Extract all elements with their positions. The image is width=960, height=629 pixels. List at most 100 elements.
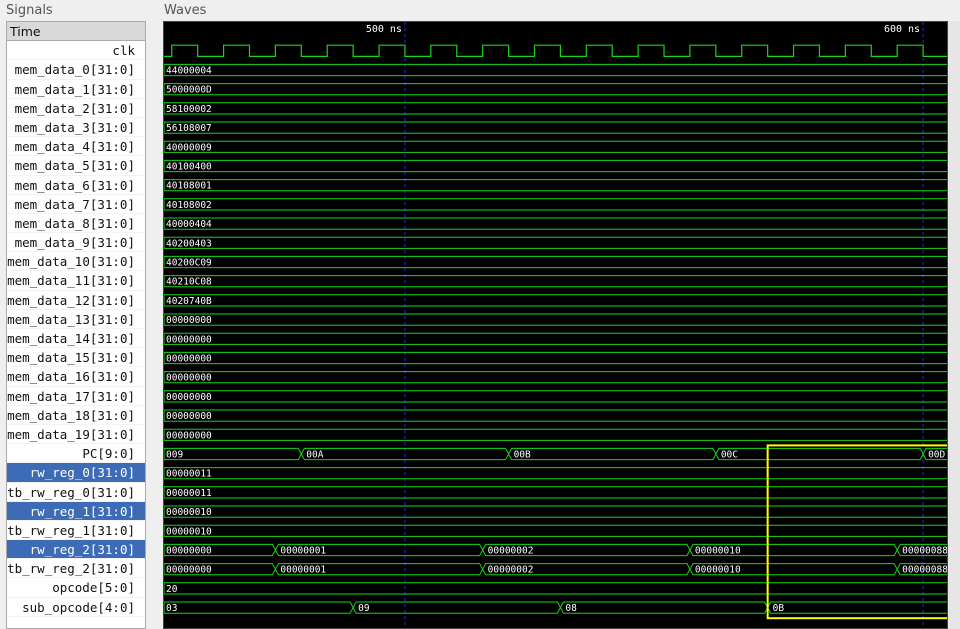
bus-segment — [164, 601, 354, 614]
signal-name-mem-data-5[interactable]: mem_data_5[31:0] — [7, 156, 145, 176]
signal-list[interactable]: clk mem_data_0[31:0] mem_data_1[31:0] mem_d… — [7, 41, 145, 617]
signal-name-opcode[interactable]: opcode[5:0] — [7, 578, 145, 598]
bus-value-label: 00000000 — [166, 315, 212, 326]
bus-value-label: 00000002 — [488, 546, 534, 557]
bus-value-label: 40100400 — [166, 162, 212, 173]
bus-segment — [164, 275, 947, 288]
signal-name-mem-data-13[interactable]: mem_data_13[31:0] — [7, 310, 145, 329]
signal-name-mem-data-8[interactable]: mem_data_8[31:0] — [7, 214, 145, 234]
signal-name-mem-data-0[interactable]: mem_data_0[31:0] — [7, 60, 145, 80]
selection-highlight-box — [766, 444, 947, 620]
waves-panel[interactable]: 500 ns 600 ns 44000004 5000000D 58100002 5610… — [163, 21, 948, 629]
time-marker-label: 600 ns — [884, 24, 920, 35]
bus-segment — [164, 140, 947, 153]
bus-value-label: 44000004 — [166, 66, 212, 77]
bus-value-label: 56108007 — [166, 123, 212, 134]
bus-value-label: 58100002 — [166, 104, 212, 115]
signal-name-sub-opcode[interactable]: sub_opcode[4:0] — [7, 598, 145, 617]
signal-name-mem-data-7[interactable]: mem_data_7[31:0] — [7, 195, 145, 214]
bus-segment — [164, 179, 947, 192]
signal-name-mem-data-3[interactable]: mem_data_3[31:0] — [7, 118, 145, 138]
bus-segment — [164, 524, 947, 537]
bus-value-label: 08 — [565, 603, 577, 614]
bus-segment — [164, 198, 947, 211]
signal-name-mem-data-15[interactable]: mem_data_15[31:0] — [7, 348, 145, 368]
bus-segment — [164, 467, 947, 480]
bus-value-label: 00000011 — [166, 488, 212, 499]
bus-segment — [164, 428, 947, 441]
bus-value-label: 40108001 — [166, 181, 212, 192]
signal-name-tb-rw-reg-2[interactable]: tb_rw_reg_2[31:0] — [7, 559, 145, 579]
bus-value-label: 40200403 — [166, 238, 212, 249]
signal-name-mem-data-12[interactable]: mem_data_12[31:0] — [7, 291, 145, 310]
bus-segment — [164, 255, 947, 269]
bus-segment — [164, 371, 947, 384]
signals-panel[interactable]: Time clk mem_data_0[31:0] mem_data_1[31:0]… — [6, 21, 146, 629]
waveform-canvas[interactable]: 500 ns 600 ns 44000004 5000000D 58100002 5610… — [164, 22, 948, 629]
signal-name-mem-data-18[interactable]: mem_data_18[31:0] — [7, 406, 145, 425]
bus-segment — [164, 351, 947, 365]
signal-name-mem-data-6[interactable]: mem_data_6[31:0] — [7, 176, 145, 195]
signal-name-mem-data-2[interactable]: mem_data_2[31:0] — [7, 99, 145, 118]
bus-segment — [164, 236, 947, 249]
bus-value-label: 00000000 — [166, 411, 212, 422]
signal-name-mem-data-17[interactable]: mem_data_17[31:0] — [7, 387, 145, 406]
bus-value-label: 4020740B — [166, 296, 212, 307]
bus-value-label: 00000000 — [166, 334, 212, 345]
bus-value-label: 00000088 — [902, 565, 948, 576]
bus-value-label: 40000009 — [166, 142, 212, 153]
bus-segment — [559, 601, 769, 614]
bus-segment — [164, 409, 947, 422]
bus-value-label: 00000010 — [166, 507, 212, 518]
bus-segment — [164, 121, 947, 134]
bus-value-label: 00000011 — [166, 469, 212, 480]
bus-value-label: 00000010 — [695, 546, 741, 557]
signal-name-tb-rw-reg-1[interactable]: tb_rw_reg_1[31:0] — [7, 521, 145, 541]
bus-value-label: 00A — [306, 450, 323, 461]
signal-name-rw-reg-0[interactable]: rw_reg_0[31:0] — [7, 463, 145, 483]
signal-name-rw-reg-1[interactable]: rw_reg_1[31:0] — [7, 501, 145, 521]
bus-segment — [164, 486, 947, 499]
clk-waveform — [164, 44, 947, 57]
time-marker-label: 500 ns — [366, 24, 402, 35]
vertical-scrollbar[interactable] — [948, 21, 960, 629]
bus-segment — [164, 217, 947, 230]
bus-value-label: 5000000D — [166, 85, 212, 96]
bus-value-label: 40210C08 — [166, 277, 212, 288]
bus-segment — [164, 447, 302, 461]
bus-value-label: 00000000 — [166, 430, 212, 441]
signal-name-mem-data-9[interactable]: mem_data_9[31:0] — [7, 233, 145, 253]
bus-value-label: 00D — [928, 450, 945, 461]
bus-segment — [164, 102, 947, 115]
bus-segment — [164, 332, 947, 345]
bus-segment — [508, 447, 717, 461]
signal-name-mem-data-11[interactable]: mem_data_11[31:0] — [7, 271, 145, 291]
bus-value-label: 00000002 — [488, 565, 534, 576]
bus-value-label: 00000000 — [166, 354, 212, 365]
signal-name-mem-data-14[interactable]: mem_data_14[31:0] — [7, 329, 145, 349]
signal-name-mem-data-4[interactable]: mem_data_4[31:0] — [7, 137, 145, 157]
pane-splitter[interactable] — [151, 21, 155, 629]
bus-segment — [164, 390, 947, 403]
bus-value-label: 00000088 — [902, 546, 948, 557]
signal-name-mem-data-19[interactable]: mem_data_19[31:0] — [7, 425, 145, 445]
signal-name-tb-rw-reg-0[interactable]: tb_rw_reg_0[31:0] — [7, 483, 145, 502]
bus-value-label: 00C — [721, 450, 738, 461]
bus-value-label: 40200C09 — [166, 258, 212, 269]
bus-segment — [164, 313, 947, 326]
signal-name-clk[interactable]: clk — [7, 41, 145, 61]
signal-name-mem-data-16[interactable]: mem_data_16[31:0] — [7, 367, 145, 387]
signal-name-mem-data-10[interactable]: mem_data_10[31:0] — [7, 252, 145, 272]
signal-name-pc[interactable]: PC[9:0] — [7, 444, 145, 464]
signal-name-mem-data-1[interactable]: mem_data_1[31:0] — [7, 80, 145, 99]
bus-segment — [164, 294, 947, 307]
bus-segment — [767, 601, 947, 614]
signal-name-rw-reg-2[interactable]: rw_reg_2[31:0] — [7, 540, 145, 560]
bus-value-label: 00000010 — [166, 526, 212, 537]
bus-value-label: 00B — [514, 450, 531, 461]
bus-value-label: 09 — [358, 603, 370, 614]
bus-segment — [164, 505, 947, 518]
bus-value-label: 00000001 — [280, 565, 326, 576]
bus-value-label: 40108002 — [166, 200, 212, 211]
bus-value-label: 03 — [166, 603, 177, 614]
